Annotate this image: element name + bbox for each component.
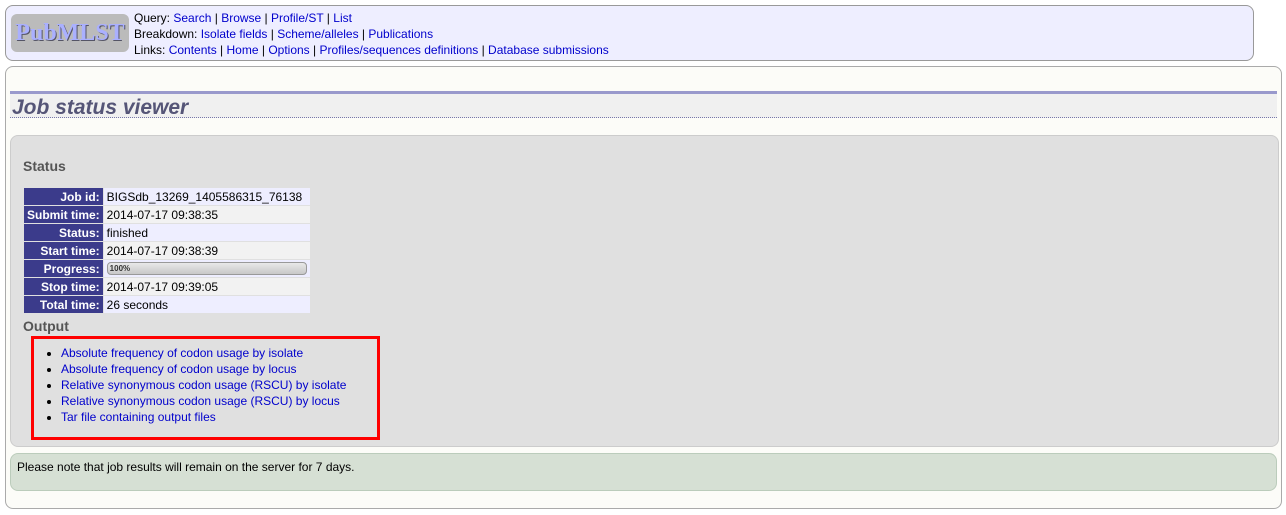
status-table: Job id: BIGSdb_13269_1405586315_76138 Subm… — [23, 187, 311, 314]
status-label: Progress: — [23, 259, 104, 278]
progress-bar: 100% — [106, 262, 307, 275]
pubmlst-logo[interactable]: PubMLST — [11, 14, 129, 52]
status-value: finished — [102, 223, 311, 242]
output-link[interactable]: Absolute frequency of codon usage by loc… — [61, 362, 297, 376]
breakdown-label: Breakdown: — [134, 27, 201, 41]
status-value: 2014-07-17 09:39:05 — [102, 277, 311, 296]
status-row: Job id: BIGSdb_13269_1405586315_76138 — [23, 187, 311, 206]
status-label: Stop time: — [23, 277, 104, 296]
status-label: Submit time: — [23, 205, 104, 224]
status-row: Submit time: 2014-07-17 09:38:35 — [23, 205, 311, 224]
nav-links: Query: Search | Browse | Profile/ST | Li… — [134, 11, 609, 57]
link-scheme-alleles[interactable]: Scheme/alleles — [277, 27, 358, 41]
output-link[interactable]: Relative synonymous codon usage (RSCU) b… — [61, 394, 340, 408]
link-list[interactable]: List — [333, 11, 352, 25]
link-profiles-sequences-definitions[interactable]: Profiles/sequences definitions — [319, 43, 478, 57]
links-label: Links: — [134, 43, 169, 57]
progress-cell: 100% — [102, 259, 311, 278]
status-row: Start time: 2014-07-17 09:38:39 — [23, 241, 311, 260]
output-link[interactable]: Relative synonymous codon usage (RSCU) b… — [61, 378, 346, 392]
status-label: Start time: — [23, 241, 104, 260]
retention-note: Please note that job results will remain… — [10, 453, 1277, 491]
link-database-submissions[interactable]: Database submissions — [488, 43, 609, 57]
link-contents[interactable]: Contents — [169, 43, 217, 57]
link-home[interactable]: Home — [227, 43, 259, 57]
status-box: Status Job id: BIGSdb_13269_1405586315_76… — [10, 135, 1279, 447]
link-profile-st[interactable]: Profile/ST — [271, 11, 323, 25]
status-label: Total time: — [23, 295, 104, 314]
main-panel: Job status viewer Status Job id: BIGSdb_1… — [5, 66, 1282, 509]
menu-box: PubMLST Query: Search | Browse | Profile… — [5, 5, 1254, 61]
status-row: Stop time: 2014-07-17 09:39:05 — [23, 277, 311, 296]
output-link[interactable]: Tar file containing output files — [61, 410, 216, 424]
status-label: Status: — [23, 223, 104, 242]
status-value: 26 seconds — [102, 295, 311, 314]
status-value: 2014-07-17 09:38:35 — [102, 205, 311, 224]
output-heading: Output — [23, 318, 69, 334]
link-search[interactable]: Search — [173, 11, 211, 25]
status-value: BIGSdb_13269_1405586315_76138 — [102, 187, 311, 206]
link-browse[interactable]: Browse — [221, 11, 261, 25]
status-label: Job id: — [23, 187, 104, 206]
link-options[interactable]: Options — [268, 43, 309, 57]
status-row: Progress: 100% — [23, 259, 311, 278]
link-publications[interactable]: Publications — [368, 27, 433, 41]
list-item: Relative synonymous codon usage (RSCU) b… — [61, 393, 346, 409]
link-isolate-fields[interactable]: Isolate fields — [201, 27, 268, 41]
query-label: Query: — [134, 11, 174, 25]
status-value: 2014-07-17 09:38:39 — [102, 241, 311, 260]
list-item: Relative synonymous codon usage (RSCU) b… — [61, 377, 346, 393]
list-item: Absolute frequency of codon usage by loc… — [61, 361, 346, 377]
list-item: Tar file containing output files — [61, 409, 346, 425]
status-row: Total time: 26 seconds — [23, 295, 311, 314]
output-link[interactable]: Absolute frequency of codon usage by iso… — [61, 346, 303, 360]
output-list: Absolute frequency of codon usage by iso… — [47, 345, 346, 425]
page-title: Job status viewer — [10, 91, 1277, 119]
list-item: Absolute frequency of codon usage by iso… — [61, 345, 346, 361]
status-row: Status: finished — [23, 223, 311, 242]
status-heading: Status — [23, 158, 66, 174]
